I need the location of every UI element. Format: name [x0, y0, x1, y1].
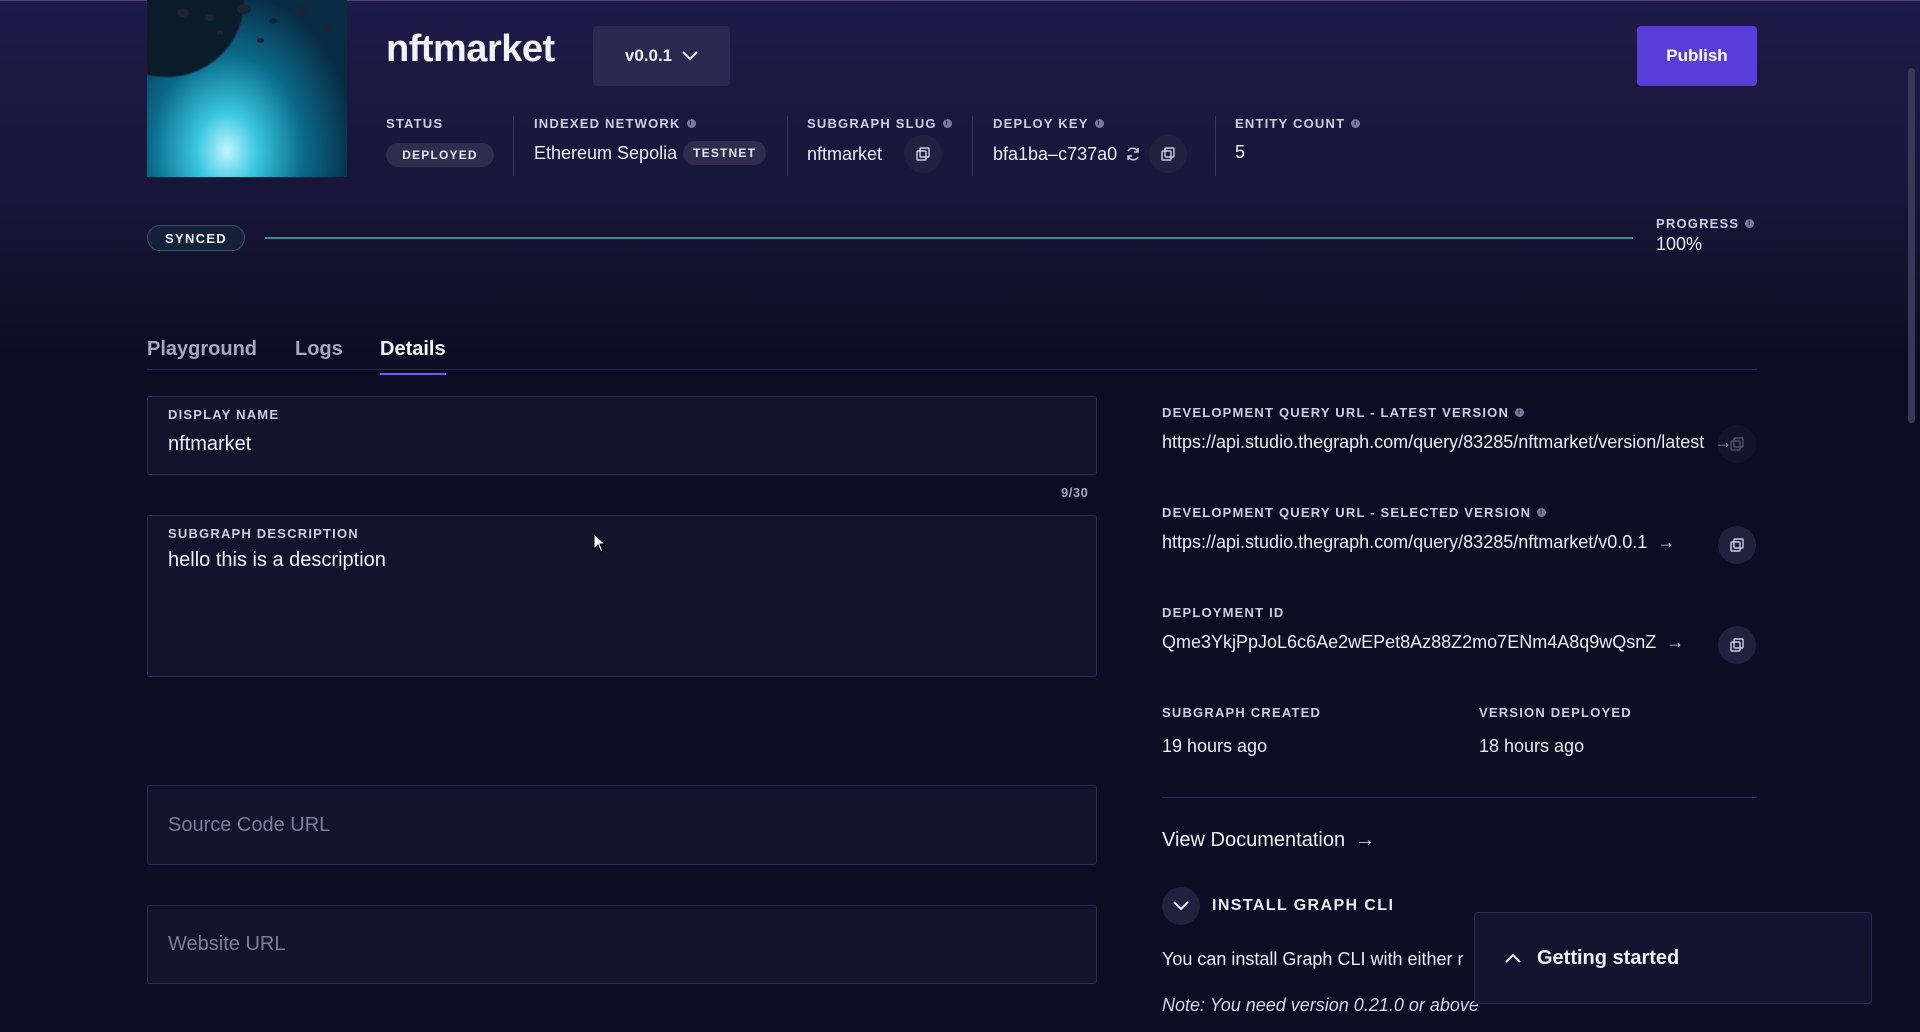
install-cli-header[interactable]: INSTALL GRAPH CLI — [1162, 887, 1394, 925]
copy-slug-button[interactable] — [904, 135, 943, 173]
display-name-label: DISPLAY NAME — [168, 407, 280, 422]
copy-icon — [916, 147, 930, 161]
latest-url-value[interactable]: https://api.studio.thegraph.com/query/83… — [1162, 432, 1704, 453]
info-icon[interactable]: i — [1094, 119, 1104, 128]
view-documentation-link[interactable]: View Documentation → — [1162, 829, 1375, 852]
info-icon[interactable]: i — [1351, 119, 1361, 128]
install-cli-note: Note: You need version 0.21.0 or above — [1162, 995, 1479, 1015]
subgraph-image — [147, 0, 347, 177]
copy-icon — [1730, 437, 1744, 451]
chevron-down-icon — [1173, 901, 1189, 911]
selected-url-value[interactable]: https://api.studio.thegraph.com/query/83… — [1162, 532, 1647, 553]
source-code-input[interactable] — [168, 786, 1068, 864]
testnet-badge: TESTNET — [683, 141, 767, 165]
latest-url-block: DEVELOPMENT QUERY URL - LATEST VERSION i … — [1162, 405, 1732, 453]
display-name-field[interactable]: DISPLAY NAME nftmarket — [147, 396, 1097, 475]
status-block: STATUS DEPLOYED — [386, 116, 494, 167]
tab-playground[interactable]: Playground — [147, 338, 257, 361]
deployment-id-block: DEPLOYMENT ID Qme3YkjPpJoL6c6Ae2wEPet8Az… — [1162, 605, 1684, 653]
description-field[interactable]: SUBGRAPH DESCRIPTION hello this is a des… — [147, 515, 1097, 677]
install-cli-label: INSTALL GRAPH CLI — [1212, 897, 1395, 914]
divider — [972, 116, 973, 176]
status-label: STATUS — [386, 116, 444, 131]
copy-icon — [1161, 147, 1175, 161]
deployed-block: VERSION DEPLOYED 18 hours ago — [1479, 705, 1632, 757]
version-dropdown[interactable]: v0.0.1 — [593, 26, 730, 86]
chevron-up-icon — [1505, 953, 1521, 963]
created-block: SUBGRAPH CREATED 19 hours ago — [1162, 705, 1321, 757]
version-label: v0.0.1 — [624, 46, 673, 65]
info-icon[interactable]: i — [942, 119, 952, 128]
copy-latest-url-button[interactable] — [1718, 425, 1756, 463]
arrow-right-icon[interactable]: → — [1657, 532, 1675, 553]
page-title: nftmarket — [386, 28, 555, 70]
scrollbar[interactable] — [1908, 68, 1915, 423]
copy-selected-url-button[interactable] — [1718, 526, 1756, 564]
entity-count-value: 5 — [1235, 142, 1246, 162]
slug-label: SUBGRAPH SLUG — [807, 116, 937, 131]
deployment-id-label: DEPLOYMENT ID — [1162, 605, 1285, 620]
tab-logs[interactable]: Logs — [295, 338, 343, 361]
install-cli-text: You can install Graph CLI with either r — [1162, 949, 1464, 969]
created-label: SUBGRAPH CREATED — [1162, 705, 1322, 720]
selected-url-label: DEVELOPMENT QUERY URL - SELECTED VERSION — [1162, 505, 1532, 520]
progress-block: PROGRESS i 100% — [1656, 216, 1755, 255]
divider — [513, 116, 514, 176]
info-icon[interactable]: i — [1537, 508, 1547, 517]
tab-bar: Playground Logs Details — [147, 338, 1757, 375]
refresh-icon — [1127, 147, 1139, 161]
info-icon[interactable]: i — [686, 119, 696, 128]
deployed-label: VERSION DEPLOYED — [1479, 705, 1632, 720]
divider — [787, 116, 788, 176]
display-name-counter: 9/30 — [1061, 485, 1089, 500]
divider — [1215, 116, 1216, 176]
arrow-right-icon[interactable]: → — [1666, 632, 1684, 653]
progress-label: PROGRESS — [1656, 216, 1740, 231]
network-label: INDEXED NETWORK — [534, 116, 681, 131]
copy-deploy-key-button[interactable] — [1149, 135, 1188, 173]
selected-url-block: DEVELOPMENT QUERY URL - SELECTED VERSION… — [1162, 505, 1675, 553]
refresh-key-button[interactable] — [1125, 146, 1141, 162]
source-code-field[interactable] — [147, 785, 1097, 865]
website-input[interactable] — [168, 906, 1068, 983]
entity-count-block: ENTITY COUNT i 5 — [1235, 116, 1361, 163]
network-block: INDEXED NETWORK i Ethereum Sepolia TESTNE… — [534, 116, 767, 165]
latest-url-label: DEVELOPMENT QUERY URL - LATEST VERSION — [1162, 405, 1510, 420]
slug-value: nftmarket — [807, 143, 883, 164]
tab-details[interactable]: Details — [380, 338, 446, 375]
description-value[interactable]: hello this is a description — [168, 549, 386, 572]
progress-value: 100% — [1656, 234, 1703, 254]
info-icon[interactable]: i — [1745, 219, 1755, 228]
created-value: 19 hours ago — [1162, 736, 1268, 756]
copy-icon — [1730, 638, 1744, 652]
chevron-down-icon — [682, 51, 698, 61]
entity-count-label: ENTITY COUNT — [1235, 116, 1346, 131]
getting-started-label: Getting started — [1537, 946, 1680, 969]
deploy-key-block: DEPLOY KEY i bfa1ba–c737a0 — [993, 116, 1188, 173]
display-name-value[interactable]: nftmarket — [168, 433, 251, 456]
view-documentation-label: View Documentation — [1162, 829, 1346, 851]
getting-started-panel[interactable]: Getting started — [1474, 912, 1872, 1004]
deployment-id-value[interactable]: Qme3YkjPpJoL6c6Ae2wEPet8Az88Z2mo7ENm4A8q… — [1162, 632, 1656, 653]
progress-bar — [265, 237, 1633, 239]
divider — [1162, 797, 1757, 798]
deploy-key-value: bfa1ba–c737a0 — [993, 143, 1118, 164]
collapse-install-cli-button[interactable] — [1162, 887, 1200, 925]
network-name: Ethereum Sepolia — [534, 142, 678, 163]
copy-deployment-id-button[interactable] — [1718, 626, 1756, 664]
website-field[interactable] — [147, 905, 1097, 984]
deploy-key-label: DEPLOY KEY — [993, 116, 1089, 131]
synced-badge: SYNCED — [147, 225, 245, 251]
arrow-right-icon: → — [1355, 829, 1376, 851]
deployed-value: 18 hours ago — [1479, 736, 1585, 756]
status-badge: DEPLOYED — [386, 143, 494, 167]
publish-button[interactable]: Publish — [1637, 26, 1757, 86]
description-label: SUBGRAPH DESCRIPTION — [168, 526, 359, 541]
mouse-cursor-icon — [593, 533, 607, 553]
copy-icon — [1730, 538, 1744, 552]
slug-block: SUBGRAPH SLUG i nftmarket — [807, 116, 952, 173]
info-icon[interactable]: i — [1515, 408, 1525, 417]
